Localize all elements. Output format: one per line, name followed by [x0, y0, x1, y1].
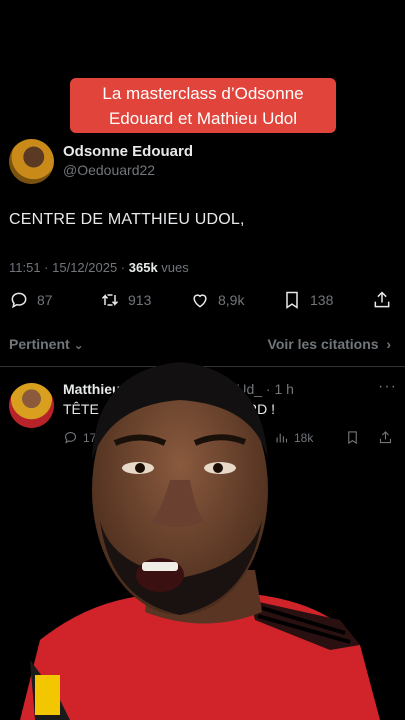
- like-button[interactable]: 8,9k: [190, 290, 244, 310]
- tweet-time: 11:51 · 15/12/2025 ·: [9, 260, 129, 275]
- repost-button[interactable]: 913: [100, 290, 151, 310]
- views-label: vues: [157, 260, 189, 275]
- tweet-meta: 11:51 · 15/12/2025 · 365k vues: [9, 260, 189, 275]
- bookmark-count: 138: [310, 292, 334, 308]
- author-name[interactable]: Odsonne Edouard: [63, 143, 193, 160]
- views-count: 365k: [128, 260, 158, 275]
- like-icon: [193, 294, 207, 308]
- author-handle[interactable]: @Oedouard22: [63, 162, 155, 178]
- author-avatar[interactable]: [9, 139, 54, 184]
- repost-icon: [101, 294, 119, 306]
- banner-line-2: Edouard et Mathieu Udol: [108, 109, 298, 128]
- like-count: 8,9k: [218, 292, 245, 308]
- tweet-text: CENTRE DE MATTHIEU UDOL,: [9, 211, 245, 228]
- banner-line-1: La masterclass d’Odsonne: [102, 84, 304, 103]
- repost-count: 913: [128, 292, 152, 308]
- bookmark-button[interactable]: 138: [282, 290, 333, 310]
- bookmark-icon: [286, 291, 298, 309]
- reply-button[interactable]: 87: [9, 290, 53, 310]
- video-caption-banner: La masterclass d’Odsonne Edouard et Math…: [70, 78, 336, 133]
- reply-icon: [11, 292, 27, 309]
- person-video-overlay: [20, 362, 380, 720]
- share-icon: [374, 291, 390, 308]
- tweet-actions: 87 913 8,9k 138: [0, 290, 405, 316]
- share-button[interactable]: [372, 290, 392, 310]
- reply-count: 87: [37, 292, 53, 308]
